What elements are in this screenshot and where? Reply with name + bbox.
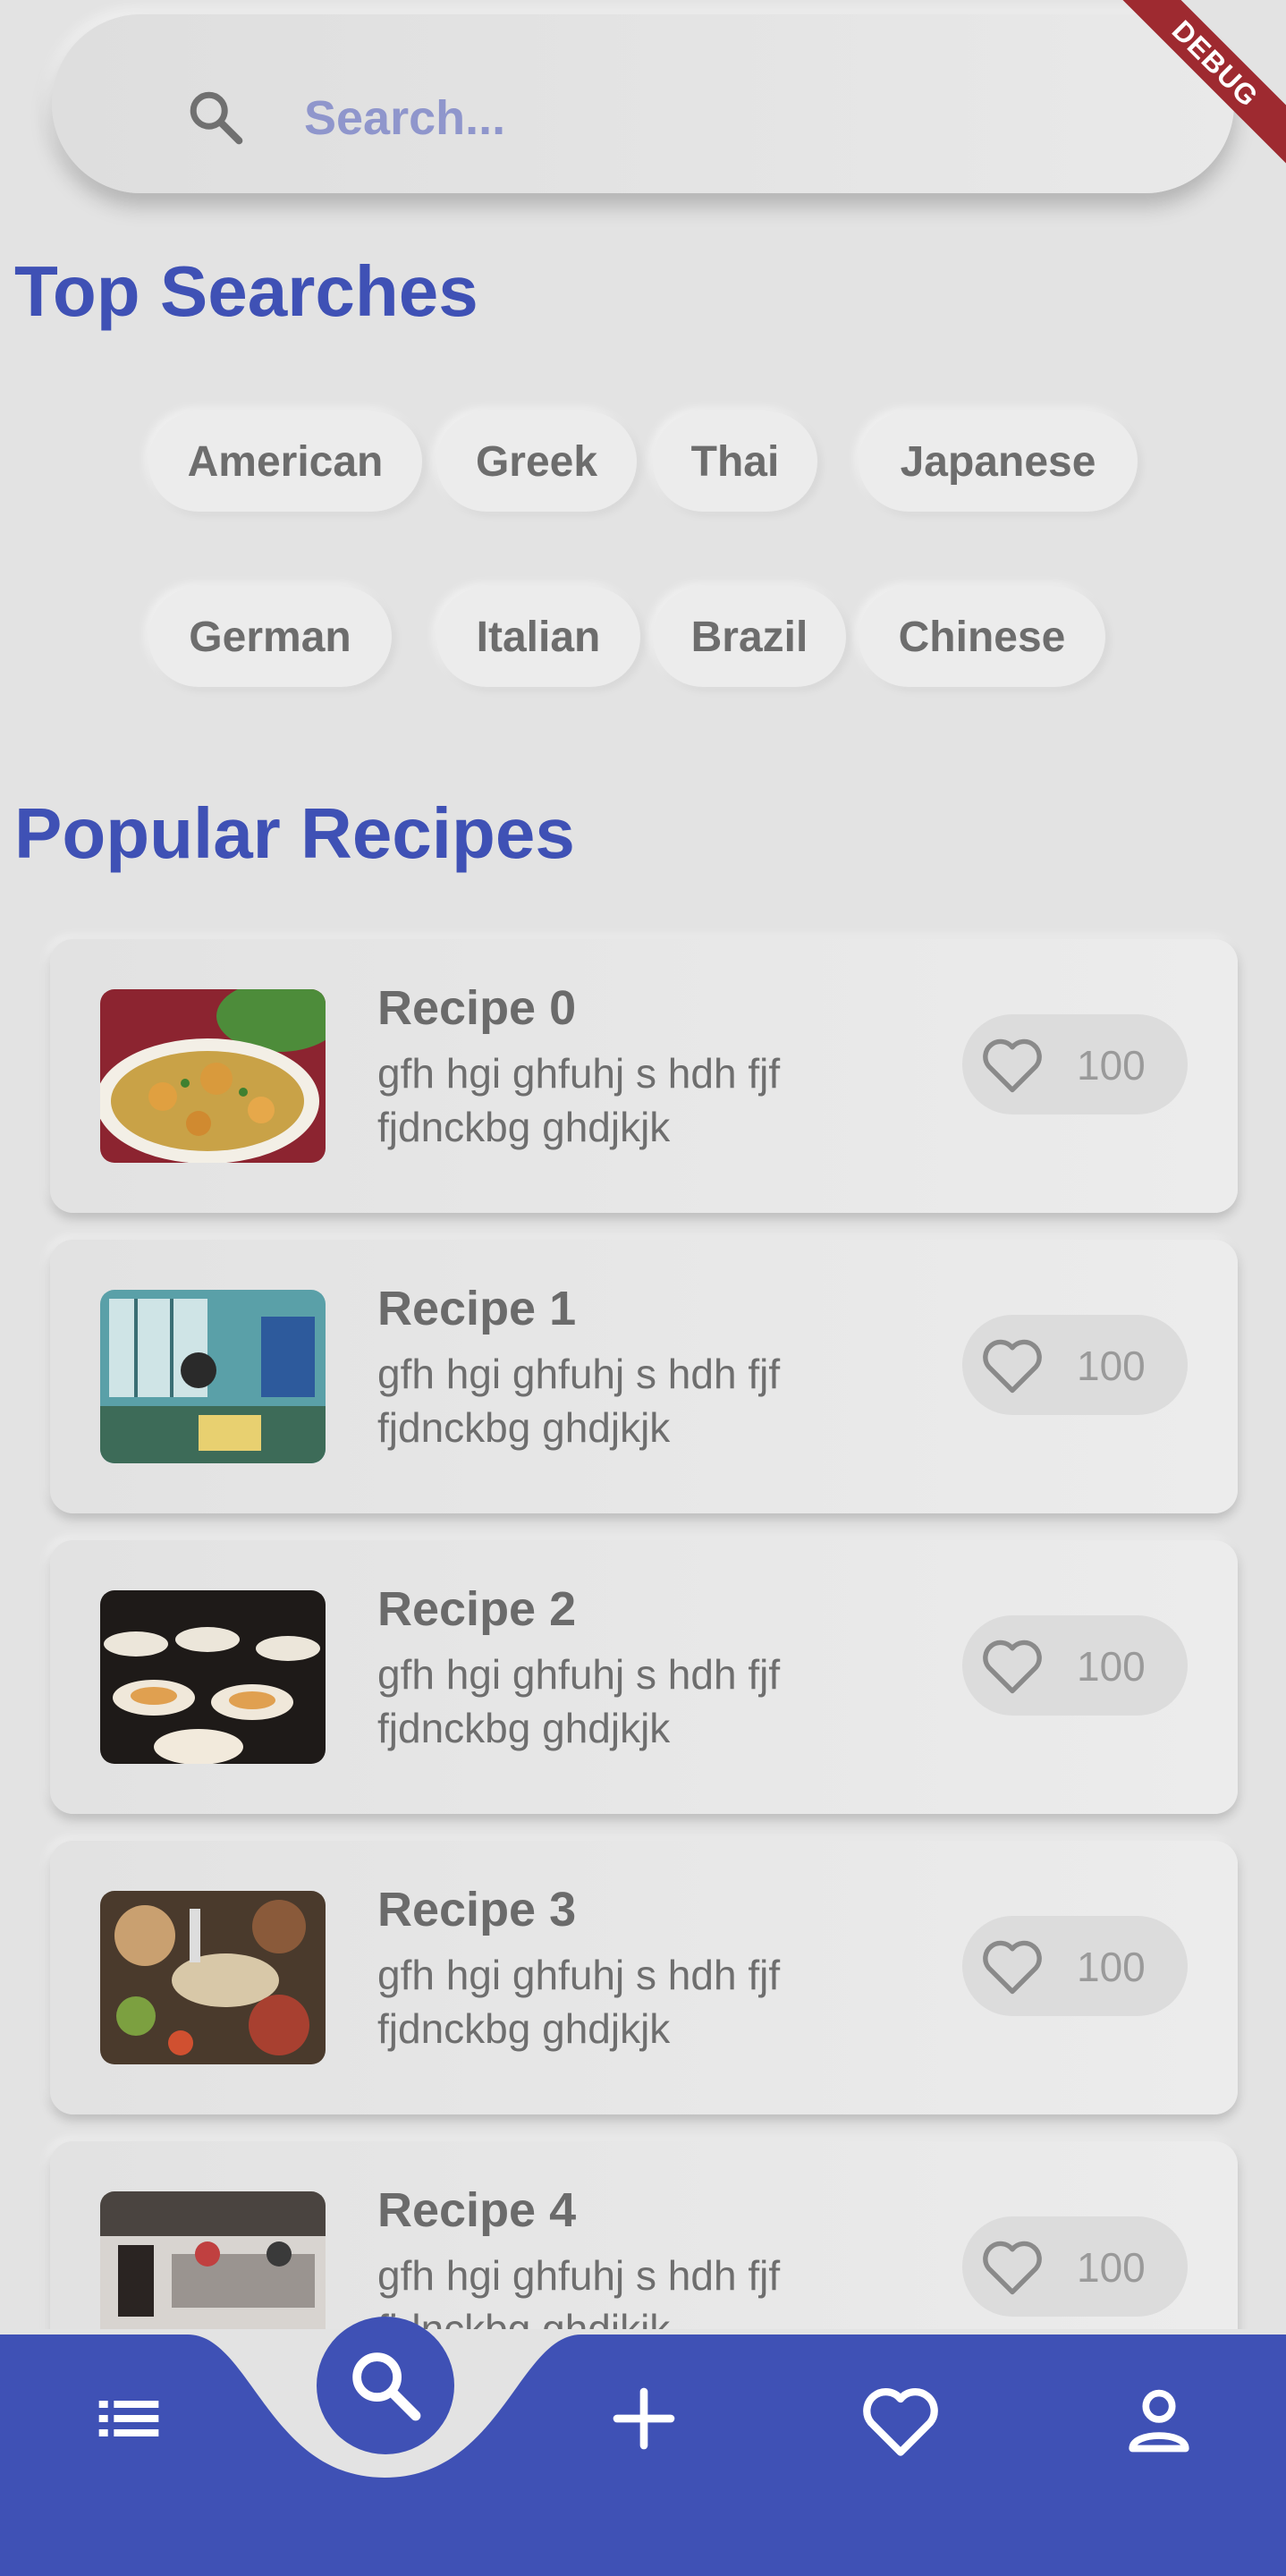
like-button[interactable]: 100 — [962, 2216, 1188, 2317]
debug-banner-clip: DEBUG — [1089, 0, 1286, 197]
search-icon — [190, 91, 243, 145]
search-input[interactable] — [304, 80, 1019, 156]
recipe-description: gfh hgi ghfuhj s hdh fjf fjdnckbg ghdjkj… — [377, 2252, 781, 2329]
tag-chip[interactable]: Italian — [436, 587, 640, 687]
tag-chip[interactable]: American — [148, 411, 422, 512]
search-icon — [352, 2352, 421, 2421]
like-button[interactable]: 100 — [962, 1315, 1188, 1415]
recipe-description: gfh hgi ghfuhj s hdh fjf fjdnckbg ghdjkj… — [377, 1651, 781, 1751]
recipe-card[interactable]: Recipe 3 gfh hgi ghfuhj s hdh fjf fjdnck… — [50, 1841, 1238, 2114]
recipe-description: gfh hgi ghfuhj s hdh fjf fjdnckbg ghdjkj… — [377, 1050, 781, 1150]
recipe-image — [100, 1891, 326, 2064]
nav-favorites-button[interactable] — [860, 2383, 941, 2462]
recipe-description: gfh hgi ghfuhj s hdh fjf fjdnckbg ghdjkj… — [377, 1952, 781, 2052]
heart-icon — [983, 1940, 1042, 1995]
recipe-title: Recipe 2 — [377, 1582, 577, 1636]
like-button[interactable]: 100 — [962, 1615, 1188, 1716]
recipe-title: Recipe 4 — [377, 2183, 577, 2237]
like-count: 100 — [1077, 1343, 1146, 1389]
plus-icon — [613, 2387, 675, 2450]
tag-chip[interactable]: Greek — [436, 411, 637, 512]
recipe-title: Recipe 1 — [377, 1282, 577, 1335]
search-bar[interactable] — [52, 14, 1234, 193]
recipe-image — [100, 989, 326, 1163]
recipe-description: gfh hgi ghfuhj s hdh fjf fjdnckbg ghdjkj… — [377, 1351, 781, 1451]
like-button[interactable]: 100 — [962, 1916, 1188, 2016]
nav-list-button[interactable] — [93, 2383, 165, 2459]
recipe-image — [100, 2191, 326, 2329]
tag-chip[interactable]: Chinese — [859, 587, 1105, 687]
recipe-card[interactable]: Recipe 2 gfh hgi ghfuhj s hdh fjf fjdnck… — [50, 1540, 1238, 1814]
heart-icon — [983, 1640, 1042, 1694]
top-searches-title: Top Searches — [14, 251, 478, 331]
recipe-card[interactable]: Recipe 4 gfh hgi ghfuhj s hdh fjf fjdnck… — [50, 2141, 1238, 2329]
tag-chip[interactable]: Thai — [653, 411, 817, 512]
heart-icon — [863, 2388, 938, 2456]
recipe-title: Recipe 3 — [377, 1883, 577, 1936]
like-button[interactable]: 100 — [962, 1014, 1188, 1114]
like-count: 100 — [1077, 1042, 1146, 1089]
heart-icon — [983, 1038, 1042, 1093]
like-count: 100 — [1077, 1944, 1146, 1990]
nav-profile-button[interactable] — [1121, 2383, 1197, 2462]
tag-chip[interactable]: Brazil — [653, 587, 846, 687]
heart-icon — [983, 2241, 1042, 2295]
nav-search-button[interactable] — [317, 2317, 454, 2454]
like-count: 100 — [1077, 1643, 1146, 1690]
heart-icon — [983, 1339, 1042, 1394]
nav-add-button[interactable] — [608, 2383, 680, 2459]
person-icon — [1129, 2389, 1189, 2453]
recipe-image — [100, 1290, 326, 1463]
tag-chip[interactable]: German — [148, 587, 392, 687]
list-icon — [98, 2401, 159, 2436]
recipe-card[interactable]: Recipe 0 gfh hgi ghfuhj s hdh fjf fjdnck… — [50, 939, 1238, 1213]
recipe-card[interactable]: Recipe 1 gfh hgi ghfuhj s hdh fjf fjdnck… — [50, 1240, 1238, 1513]
like-count: 100 — [1077, 2244, 1146, 2291]
tag-chip[interactable]: Japanese — [859, 411, 1138, 512]
debug-banner: DEBUG — [1096, 0, 1286, 182]
recipe-image — [100, 1590, 326, 1764]
recipe-title: Recipe 0 — [377, 981, 577, 1035]
recipe-list[interactable]: Recipe 0 gfh hgi ghfuhj s hdh fjf fjdnck… — [0, 921, 1286, 2329]
popular-recipes-title: Popular Recipes — [14, 793, 575, 873]
